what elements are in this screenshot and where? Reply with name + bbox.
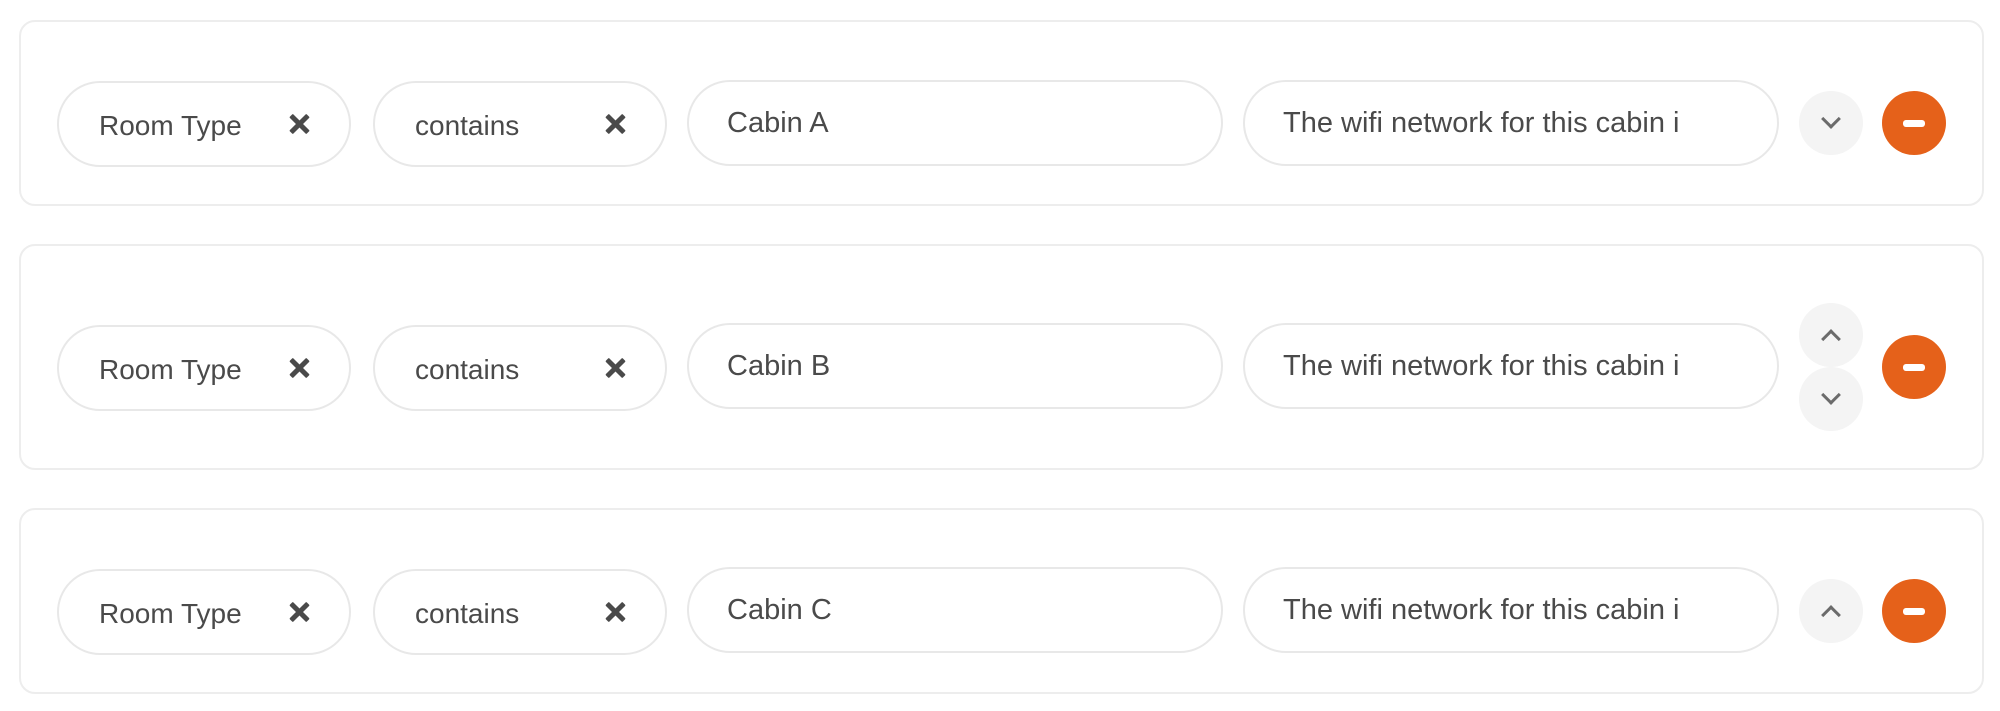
operator-chip[interactable]: contains [373,325,667,411]
field-chip[interactable]: Room Type [57,81,351,167]
match-value-input[interactable] [727,106,1185,140]
remove-rule-button[interactable] [1882,579,1946,643]
response-value-field[interactable] [1243,323,1779,409]
field-chip-label: Room Type [99,598,242,629]
x-icon[interactable] [287,112,311,136]
chevron-down-icon [1821,385,1841,405]
x-icon[interactable] [603,356,627,380]
chevron-down-icon [1821,109,1841,129]
chevron-up-icon [1821,329,1841,349]
move-up-button[interactable] [1799,579,1863,643]
response-value-field[interactable] [1243,567,1779,653]
operator-chip-label: contains [415,354,520,385]
move-down-button[interactable] [1799,91,1863,155]
match-value-field[interactable] [687,80,1223,166]
remove-rule-button[interactable] [1882,91,1946,155]
minus-icon [1903,363,1925,371]
operator-chip[interactable]: contains [373,81,667,167]
x-icon[interactable] [603,112,627,136]
response-value-input[interactable] [1283,593,1741,627]
chevron-up-icon [1821,605,1841,625]
move-down-button[interactable] [1799,367,1863,431]
minus-icon [1903,119,1925,127]
match-value-input[interactable] [727,349,1185,383]
match-value-field[interactable] [687,567,1223,653]
operator-chip-label: contains [415,110,520,141]
x-icon[interactable] [287,600,311,624]
field-chip-label: Room Type [99,354,242,385]
match-value-input[interactable] [727,593,1185,627]
field-chip[interactable]: Room Type [57,569,351,655]
minus-icon [1903,607,1925,615]
remove-rule-button[interactable] [1882,335,1946,399]
response-value-input[interactable] [1283,349,1741,383]
x-icon[interactable] [287,356,311,380]
x-icon[interactable] [603,600,627,624]
field-chip-label: Room Type [99,110,242,141]
operator-chip-label: contains [415,598,520,629]
response-value-input[interactable] [1283,106,1741,140]
operator-chip[interactable]: contains [373,569,667,655]
move-up-button[interactable] [1799,303,1863,367]
response-value-field[interactable] [1243,80,1779,166]
match-value-field[interactable] [687,323,1223,409]
field-chip[interactable]: Room Type [57,325,351,411]
